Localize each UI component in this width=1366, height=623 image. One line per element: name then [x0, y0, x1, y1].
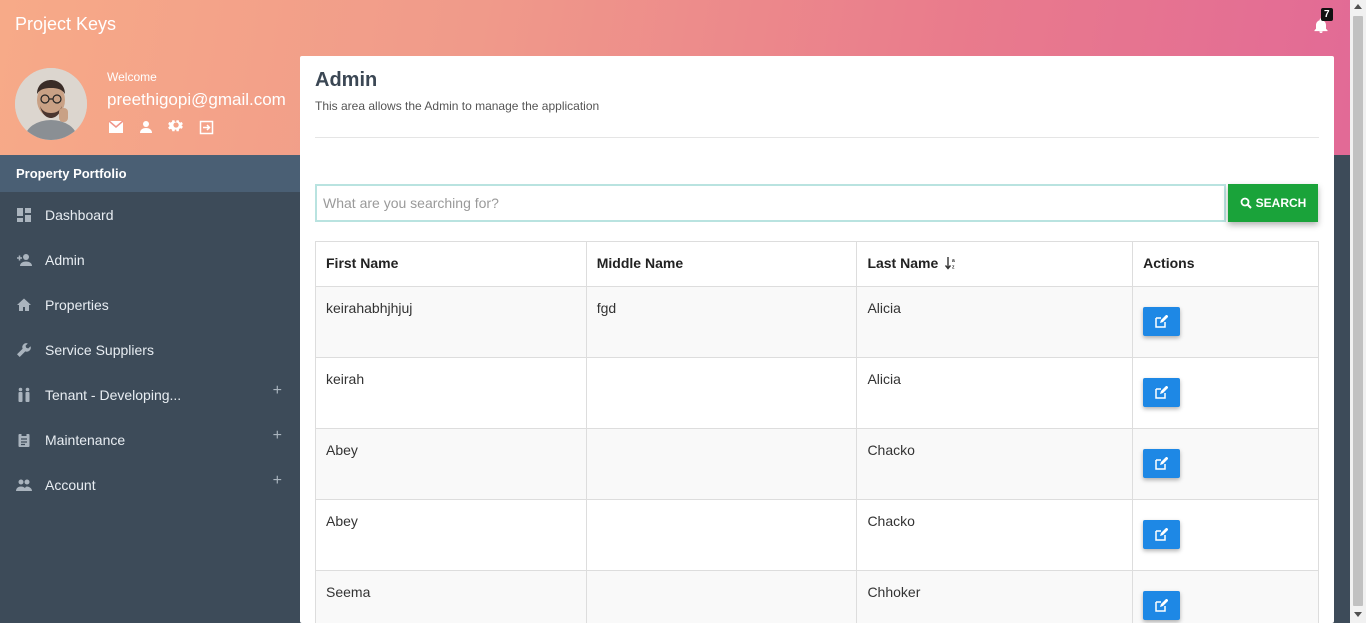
people-icon — [16, 387, 32, 403]
cell-middle-name — [585, 569, 858, 623]
sidebar-item-label: Service Suppliers — [45, 341, 154, 358]
app-title[interactable]: Project Keys — [15, 14, 116, 35]
sidebar-item-label: Dashboard — [45, 206, 114, 223]
notification-badge: 7 — [1321, 8, 1333, 21]
cell-first-name: Seema — [315, 569, 587, 623]
sidebar-item-label: Admin — [45, 251, 85, 268]
edit-button[interactable] — [1143, 377, 1181, 407]
sidebar-item-label: Account — [45, 476, 96, 493]
home-icon — [16, 297, 32, 313]
cell-last-name: Chacko — [856, 427, 1134, 500]
column-middle-name[interactable]: Middle Name — [585, 241, 858, 287]
cell-first-name: Abey — [315, 498, 587, 571]
cell-middle-name — [585, 427, 858, 500]
add-user-icon — [16, 252, 32, 268]
sidebar-item-label: Tenant - Developing... — [45, 386, 182, 403]
divider — [315, 137, 1319, 138]
cell-middle-name: fgd — [585, 285, 858, 358]
sidebar-item-account[interactable]: Account + — [0, 462, 300, 507]
page-subtitle: This area allows the Admin to manage the… — [315, 99, 600, 113]
scroll-down-icon[interactable] — [1354, 612, 1362, 617]
sidebar-item-label: Properties — [45, 296, 109, 313]
sidebar-item-tenant[interactable]: Tenant - Developing... + — [0, 372, 300, 417]
cell-first-name: Abey — [315, 427, 587, 500]
table-row: Seema Chhoker — [315, 569, 1319, 623]
settings-icon[interactable] — [167, 118, 185, 136]
edit-button[interactable] — [1143, 519, 1181, 549]
cell-last-name: Alicia — [856, 285, 1134, 358]
column-last-name[interactable]: Last Name az — [856, 241, 1134, 287]
expand-icon[interactable]: + — [273, 472, 282, 490]
scrollbar[interactable] — [1350, 0, 1366, 623]
page-title: Admin — [315, 69, 378, 91]
user-actions — [107, 118, 215, 136]
scroll-up-icon[interactable] — [1354, 4, 1362, 9]
cell-actions — [1132, 356, 1319, 429]
cell-actions — [1132, 498, 1319, 571]
table-row: keirah Alicia — [315, 356, 1319, 429]
user-email: preethigopi@gmail.com — [107, 90, 286, 109]
wrench-icon — [16, 342, 32, 358]
sidebar-item-dashboard[interactable]: Dashboard — [0, 192, 300, 237]
cell-last-name: Chacko — [856, 498, 1134, 571]
mail-icon[interactable] — [107, 118, 125, 136]
sort-az-icon[interactable]: az — [945, 256, 957, 273]
sidebar-item-properties[interactable]: Properties — [0, 282, 300, 327]
edit-icon — [1155, 598, 1169, 612]
edit-button[interactable] — [1143, 448, 1181, 478]
group-icon — [16, 477, 32, 493]
expand-icon[interactable]: + — [273, 427, 282, 445]
cell-first-name: keirahabhjhjuj — [315, 285, 587, 358]
search-button-label: SEARCH — [1255, 196, 1307, 210]
cell-first-name: keirah — [315, 356, 587, 429]
edit-icon — [1155, 314, 1169, 328]
cell-last-name: Chhoker — [856, 569, 1134, 623]
sidebar-item-service-suppliers[interactable]: Service Suppliers — [0, 327, 300, 372]
edit-icon — [1155, 385, 1169, 399]
edit-icon — [1155, 527, 1169, 541]
svg-text:a: a — [952, 258, 955, 264]
edit-button[interactable] — [1143, 306, 1181, 336]
column-first-name[interactable]: First Name — [315, 241, 587, 287]
cell-middle-name — [585, 498, 858, 571]
sidebar-item-maintenance[interactable]: Maintenance + — [0, 417, 300, 462]
sidebar: Property Portfolio Dashboard Admin Prope… — [0, 155, 300, 623]
svg-text:z: z — [952, 264, 955, 270]
avatar[interactable] — [15, 68, 87, 140]
background-strip — [1334, 155, 1350, 623]
welcome-label: Welcome — [107, 70, 157, 84]
sidebar-item-admin[interactable]: Admin — [0, 237, 300, 282]
cell-actions — [1132, 285, 1319, 358]
search-input[interactable] — [315, 184, 1226, 222]
cell-actions — [1132, 569, 1319, 623]
dashboard-icon — [16, 207, 32, 223]
edit-button[interactable] — [1143, 590, 1181, 620]
sidebar-header: Property Portfolio — [0, 155, 300, 192]
admin-card: Admin This area allows the Admin to mana… — [300, 56, 1334, 623]
profile-icon[interactable] — [137, 118, 155, 136]
table-header-row: First Name Middle Name Last Name az Acti… — [315, 241, 1319, 287]
search-button[interactable]: SEARCH — [1228, 184, 1318, 222]
column-label: Actions — [1143, 255, 1195, 271]
column-label: Middle Name — [596, 255, 684, 271]
edit-icon — [1155, 456, 1169, 470]
table-row: Abey Chacko — [315, 498, 1319, 571]
clipboard-icon — [16, 432, 32, 448]
table-row: keirahabhjhjuj fgd Alicia — [315, 285, 1319, 358]
cell-middle-name — [585, 356, 858, 429]
cell-actions — [1132, 427, 1319, 500]
scroll-thumb[interactable] — [1353, 16, 1363, 606]
column-label: First Name — [326, 255, 399, 271]
cell-last-name: Alicia — [856, 356, 1134, 429]
expand-icon[interactable]: + — [273, 382, 282, 400]
search-icon — [1240, 197, 1252, 209]
sidebar-item-label: Maintenance — [45, 431, 126, 448]
column-actions: Actions — [1132, 241, 1319, 287]
admin-table: First Name Middle Name Last Name az Acti… — [315, 241, 1319, 623]
column-label: Last Name — [867, 255, 939, 271]
logout-icon[interactable] — [197, 118, 215, 136]
table-row: Abey Chacko — [315, 427, 1319, 500]
